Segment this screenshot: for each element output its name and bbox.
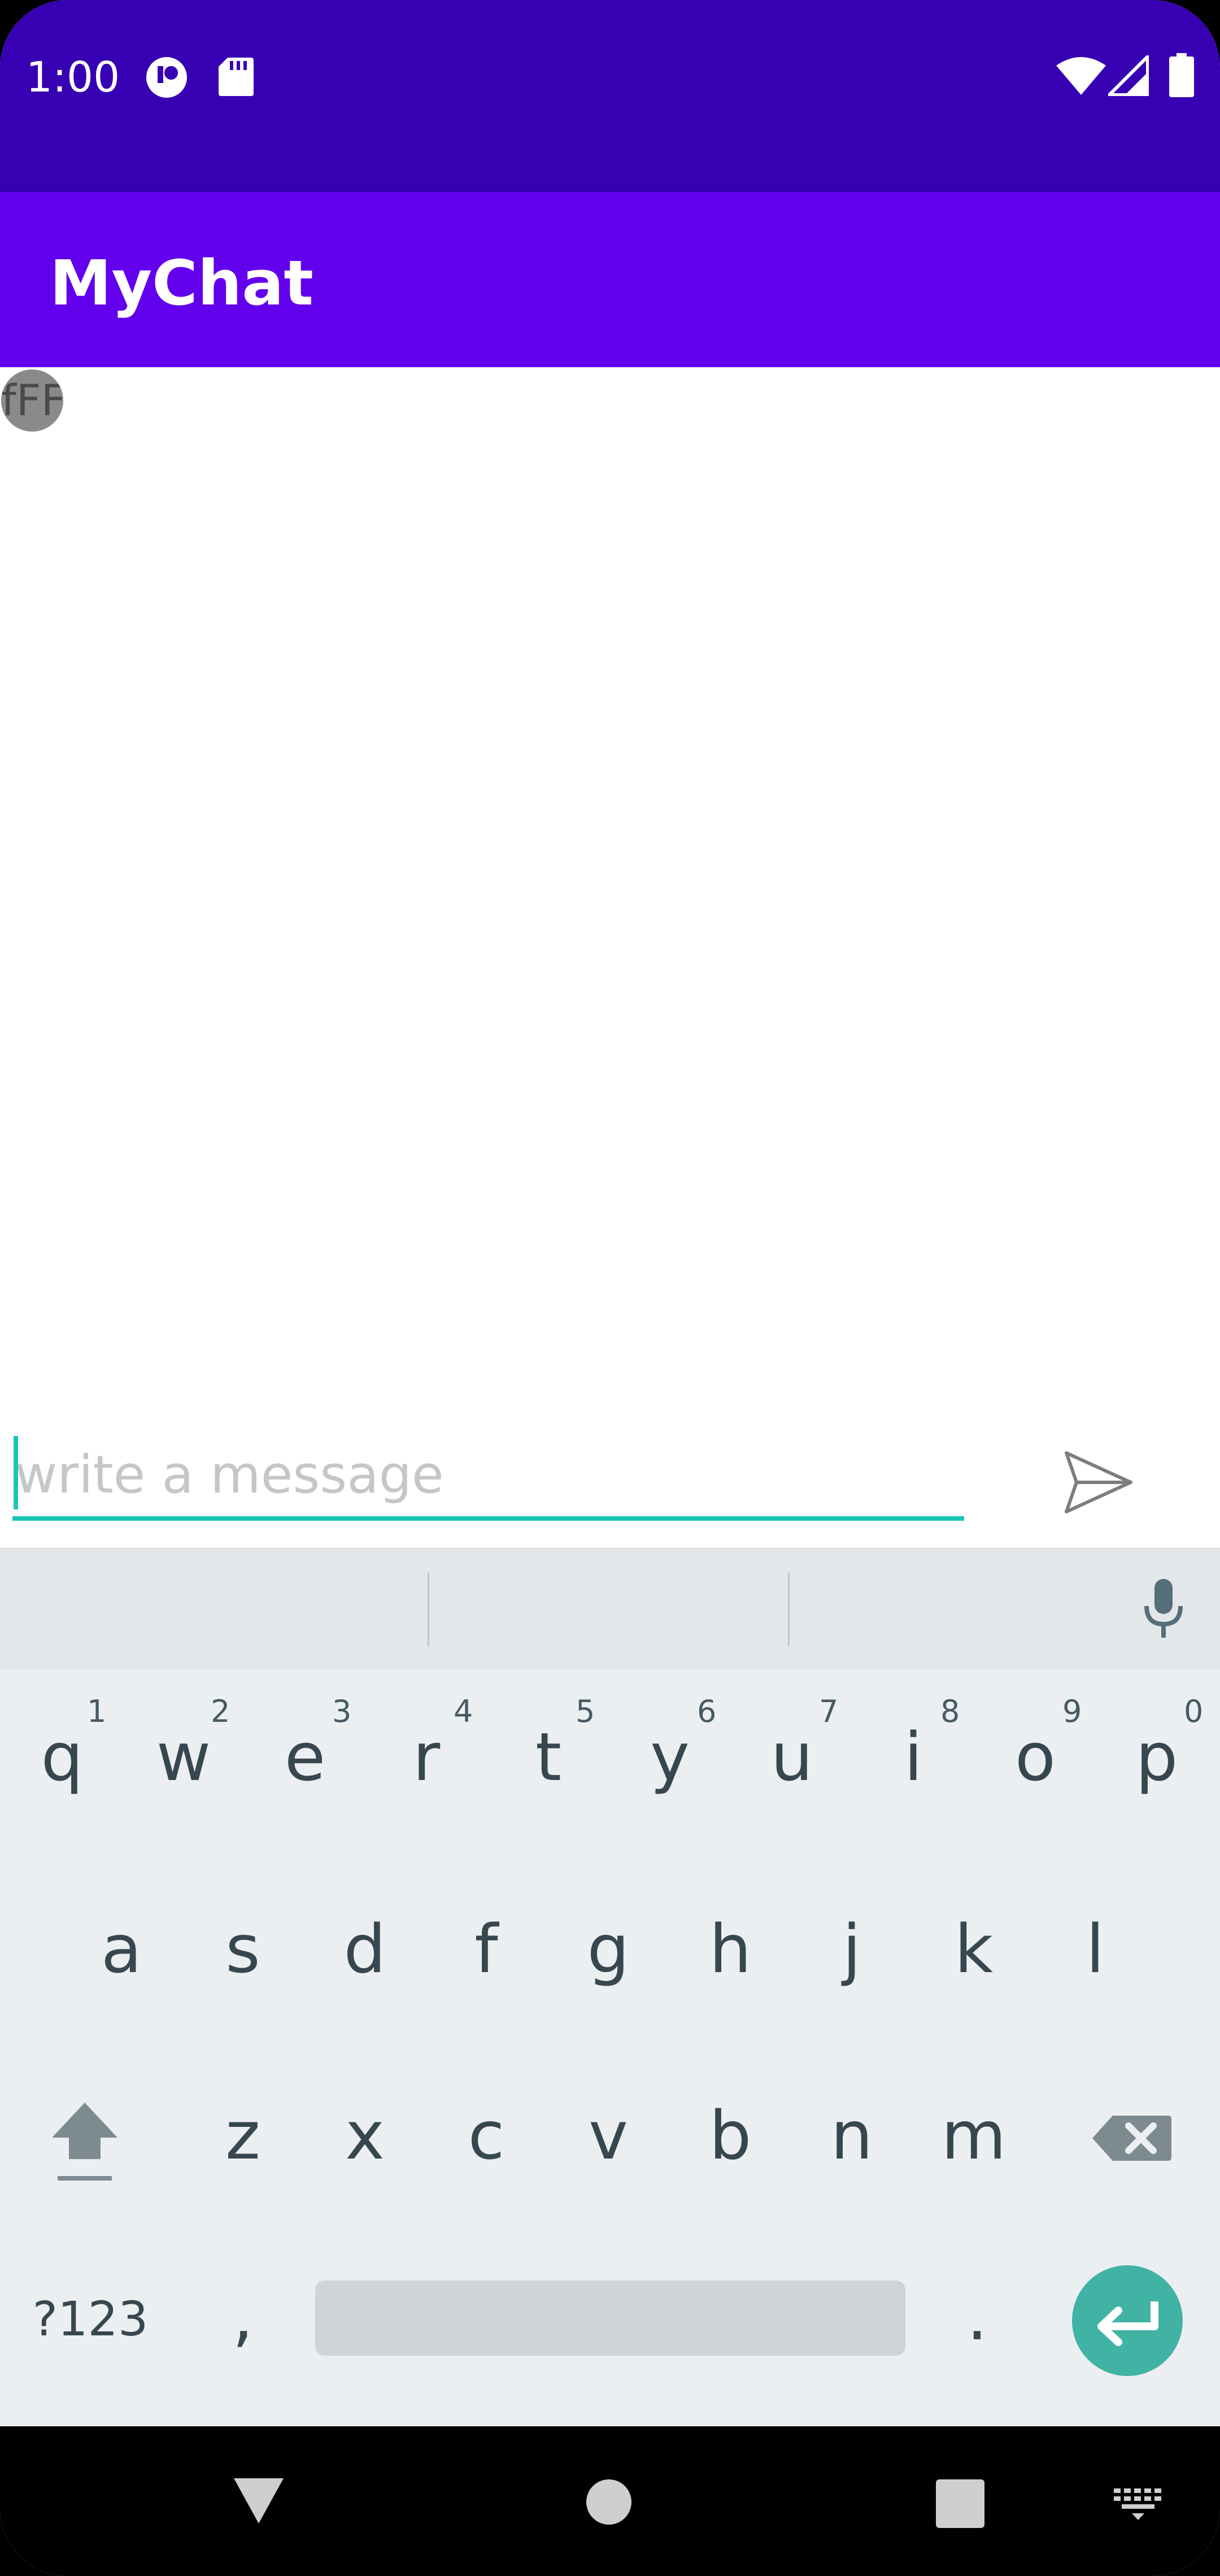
shift-key[interactable]: [40, 2090, 130, 2186]
key-e[interactable]: e 3: [265, 1695, 352, 1808]
avatar[interactable]: fFF: [1, 369, 63, 432]
key-d[interactable]: d: [325, 1909, 404, 2000]
key-i[interactable]: i 8: [874, 1695, 960, 1808]
enter-icon: [1097, 2301, 1158, 2346]
notification-app-icon: [146, 57, 187, 98]
key-r[interactable]: r 4: [387, 1695, 473, 1808]
message-input[interactable]: [12, 1435, 966, 1514]
key-a[interactable]: a: [82, 1909, 161, 2000]
soft-keyboard: q 1 w 2 e 3 r 4 t 5 y 6 u 7 i 8 o 9 p 0 …: [0, 1548, 1220, 2426]
enter-key[interactable]: [1072, 2265, 1183, 2376]
key-h[interactable]: h: [691, 1909, 770, 2000]
backspace-key[interactable]: [1090, 2099, 1175, 2178]
key-b[interactable]: b: [691, 2096, 770, 2186]
backspace-icon: [1092, 2116, 1171, 2161]
key-q[interactable]: q 1: [23, 1695, 107, 1808]
key-p[interactable]: p 0: [1117, 1695, 1204, 1808]
symbols-key[interactable]: ?123: [28, 2291, 152, 2347]
app-title: MyChat: [50, 247, 314, 319]
key-c[interactable]: c: [447, 2096, 526, 2186]
send-button[interactable]: [1062, 1446, 1135, 1520]
microphone-icon: [1144, 1579, 1183, 1638]
chat-message-list[interactable]: fFF: [0, 367, 1220, 1424]
recents-button-icon[interactable]: [935, 2478, 986, 2529]
cell-signal-icon: [1108, 55, 1149, 96]
status-time: 1:00: [26, 53, 120, 102]
period-key[interactable]: .: [943, 2277, 1011, 2367]
key-k[interactable]: k: [934, 1909, 1013, 2000]
message-composer: [0, 1424, 1220, 1548]
key-j[interactable]: j: [812, 1909, 891, 2000]
comma-key[interactable]: ,: [209, 2277, 277, 2367]
key-v[interactable]: v: [569, 2096, 648, 2186]
key-f[interactable]: f: [447, 1909, 526, 2000]
text-cursor: [14, 1436, 18, 1509]
suggestion-divider: [428, 1573, 429, 1646]
key-u[interactable]: u 7: [752, 1695, 839, 1808]
suggestion-strip: [0, 1548, 1220, 1669]
sd-card-icon: [219, 58, 254, 96]
key-z[interactable]: z: [203, 2096, 282, 2186]
key-s[interactable]: s: [203, 1909, 282, 2000]
key-g[interactable]: g: [569, 1909, 648, 2000]
key-y[interactable]: y 6: [630, 1695, 716, 1808]
key-w[interactable]: w 2: [144, 1695, 230, 1808]
suggestion-divider: [788, 1573, 790, 1646]
phone-screen: 1:00 MyChat fFF write a message q 1 w 2 …: [0, 0, 1220, 2576]
navigation-bar: [0, 2426, 1220, 2576]
battery-icon: [1169, 53, 1194, 97]
key-l[interactable]: l: [1056, 1909, 1135, 2000]
send-icon: [1065, 1451, 1132, 1513]
space-key[interactable]: [315, 2281, 905, 2356]
input-underline: [12, 1516, 964, 1521]
key-o[interactable]: o 9: [996, 1695, 1082, 1808]
wifi-icon: [1056, 57, 1106, 95]
keyboard-switch-icon[interactable]: [1113, 2487, 1164, 2521]
voice-input-button[interactable]: [1130, 1574, 1197, 1642]
key-t[interactable]: t 5: [509, 1695, 595, 1808]
status-bar: 1:00: [0, 0, 1220, 192]
key-n[interactable]: n: [812, 2096, 891, 2186]
back-button-icon[interactable]: [230, 2473, 287, 2529]
key-x[interactable]: x: [325, 2096, 404, 2186]
home-button-icon[interactable]: [585, 2478, 633, 2526]
shift-icon: [52, 2103, 117, 2181]
key-m[interactable]: m: [934, 2096, 1013, 2186]
app-bar: MyChat: [0, 192, 1220, 367]
